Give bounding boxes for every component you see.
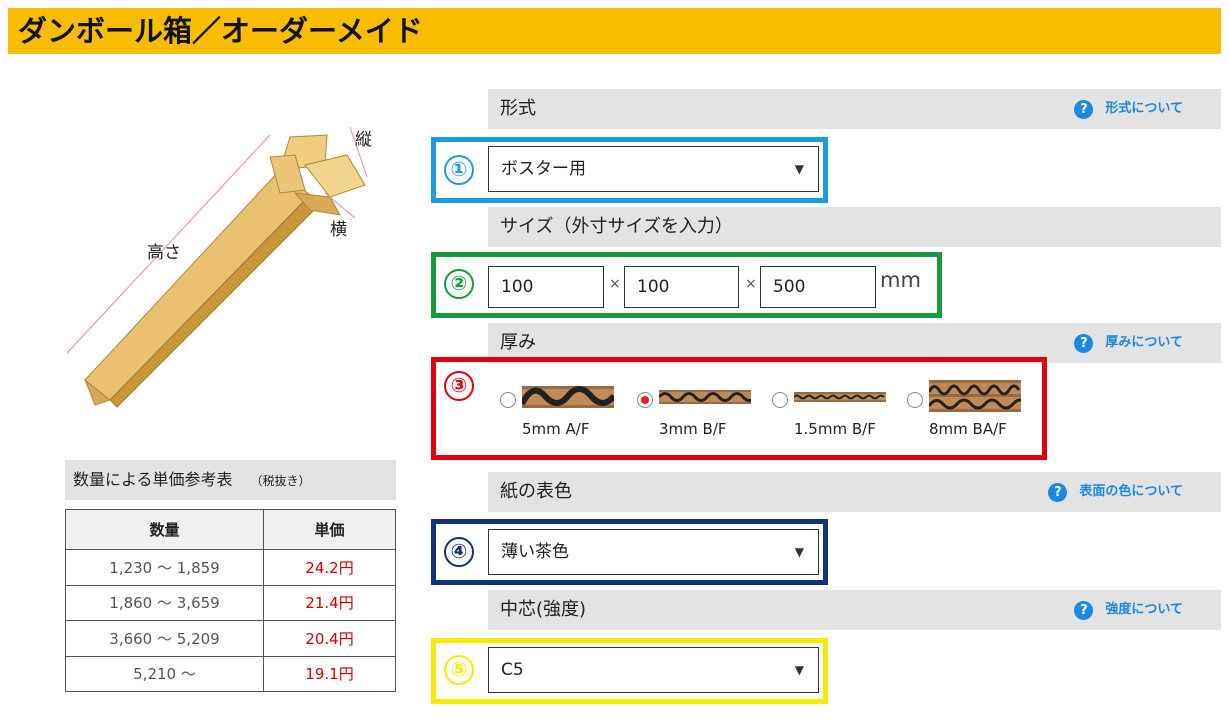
unit-label: mm <box>880 268 921 292</box>
page-title: ダンボール箱／オーダーメイド <box>8 8 1221 54</box>
radio-button-selected[interactable] <box>637 392 653 408</box>
price-table: 数量 単価 1,230 ～ 1,859 24.2円 1,860 ～ 3,659 21… <box>65 509 396 692</box>
depth-input[interactable]: 100 <box>624 266 739 308</box>
question-circle-icon: ? <box>1048 482 1068 502</box>
table-row: 1,860 ～ 3,659 21.4円 <box>65 584 396 621</box>
core-help-link[interactable]: ? 強度について <box>1074 590 1183 630</box>
step-3-badge: ③ <box>444 371 474 401</box>
table-row: 1,230 ～ 1,859 24.2円 <box>65 549 396 586</box>
step-1-badge: ① <box>444 155 474 185</box>
surface-color-section-header: 紙の表色 ? 表面の色について <box>488 472 1221 512</box>
col-price: 単価 <box>263 509 396 550</box>
thickness-option-1-5mm[interactable]: 1.5mm B/F <box>772 384 902 444</box>
price-table-heading: 数量による単価参考表 （税抜き） <box>65 460 396 500</box>
step-5-badge: ⑤ <box>444 655 474 685</box>
col-qty: 数量 <box>65 509 264 550</box>
thickness-help-link[interactable]: ? 厚みについて <box>1074 323 1183 363</box>
triangle-down-icon: ▼ <box>794 545 804 559</box>
question-circle-icon: ? <box>1074 99 1094 119</box>
core-select[interactable]: C5 ▼ <box>488 647 819 693</box>
triangle-down-icon: ▼ <box>794 162 804 176</box>
times-sign: × <box>745 276 757 292</box>
surface-color-select[interactable]: 薄い茶色 ▼ <box>488 529 819 575</box>
depth-label: 縦 <box>355 130 372 149</box>
poster-box-illustration: 高さ 縦 横 <box>55 115 390 415</box>
format-section-header: 形式 ? 形式について <box>488 89 1221 129</box>
size-section-header: サイズ（外寸サイズを入力） <box>488 207 1221 247</box>
width-input[interactable]: 100 <box>488 266 604 308</box>
triangle-down-icon: ▼ <box>794 663 804 677</box>
thickness-option-3mm[interactable]: 3mm B/F <box>637 384 767 444</box>
step-2-badge: ② <box>444 269 474 299</box>
radio-button[interactable] <box>772 392 788 408</box>
surface-color-help-link[interactable]: ? 表面の色について <box>1048 472 1183 512</box>
question-circle-icon: ? <box>1074 333 1094 353</box>
core-section-header: 中芯(強度) ? 強度について <box>488 590 1221 630</box>
height-input[interactable]: 500 <box>760 266 876 308</box>
table-row: 3,660 ～ 5,209 20.4円 <box>65 620 396 657</box>
step-4-badge: ④ <box>444 537 474 567</box>
radio-button[interactable] <box>500 392 516 408</box>
format-select[interactable]: ボスター用 ▼ <box>488 146 819 192</box>
times-sign: × <box>609 276 621 292</box>
tax-note: （税抜き） <box>250 474 311 488</box>
table-row: 5,210 ～ 19.1円 <box>65 655 396 692</box>
height-label: 高さ <box>147 243 181 262</box>
width-label: 横 <box>330 220 347 239</box>
format-help-link[interactable]: ? 形式について <box>1074 89 1183 129</box>
thickness-option-8mm[interactable]: 8mm BA/F <box>907 380 1037 444</box>
question-circle-icon: ? <box>1074 600 1094 620</box>
radio-button[interactable] <box>907 392 923 408</box>
thickness-option-5mm[interactable]: 5mm A/F <box>500 384 630 444</box>
